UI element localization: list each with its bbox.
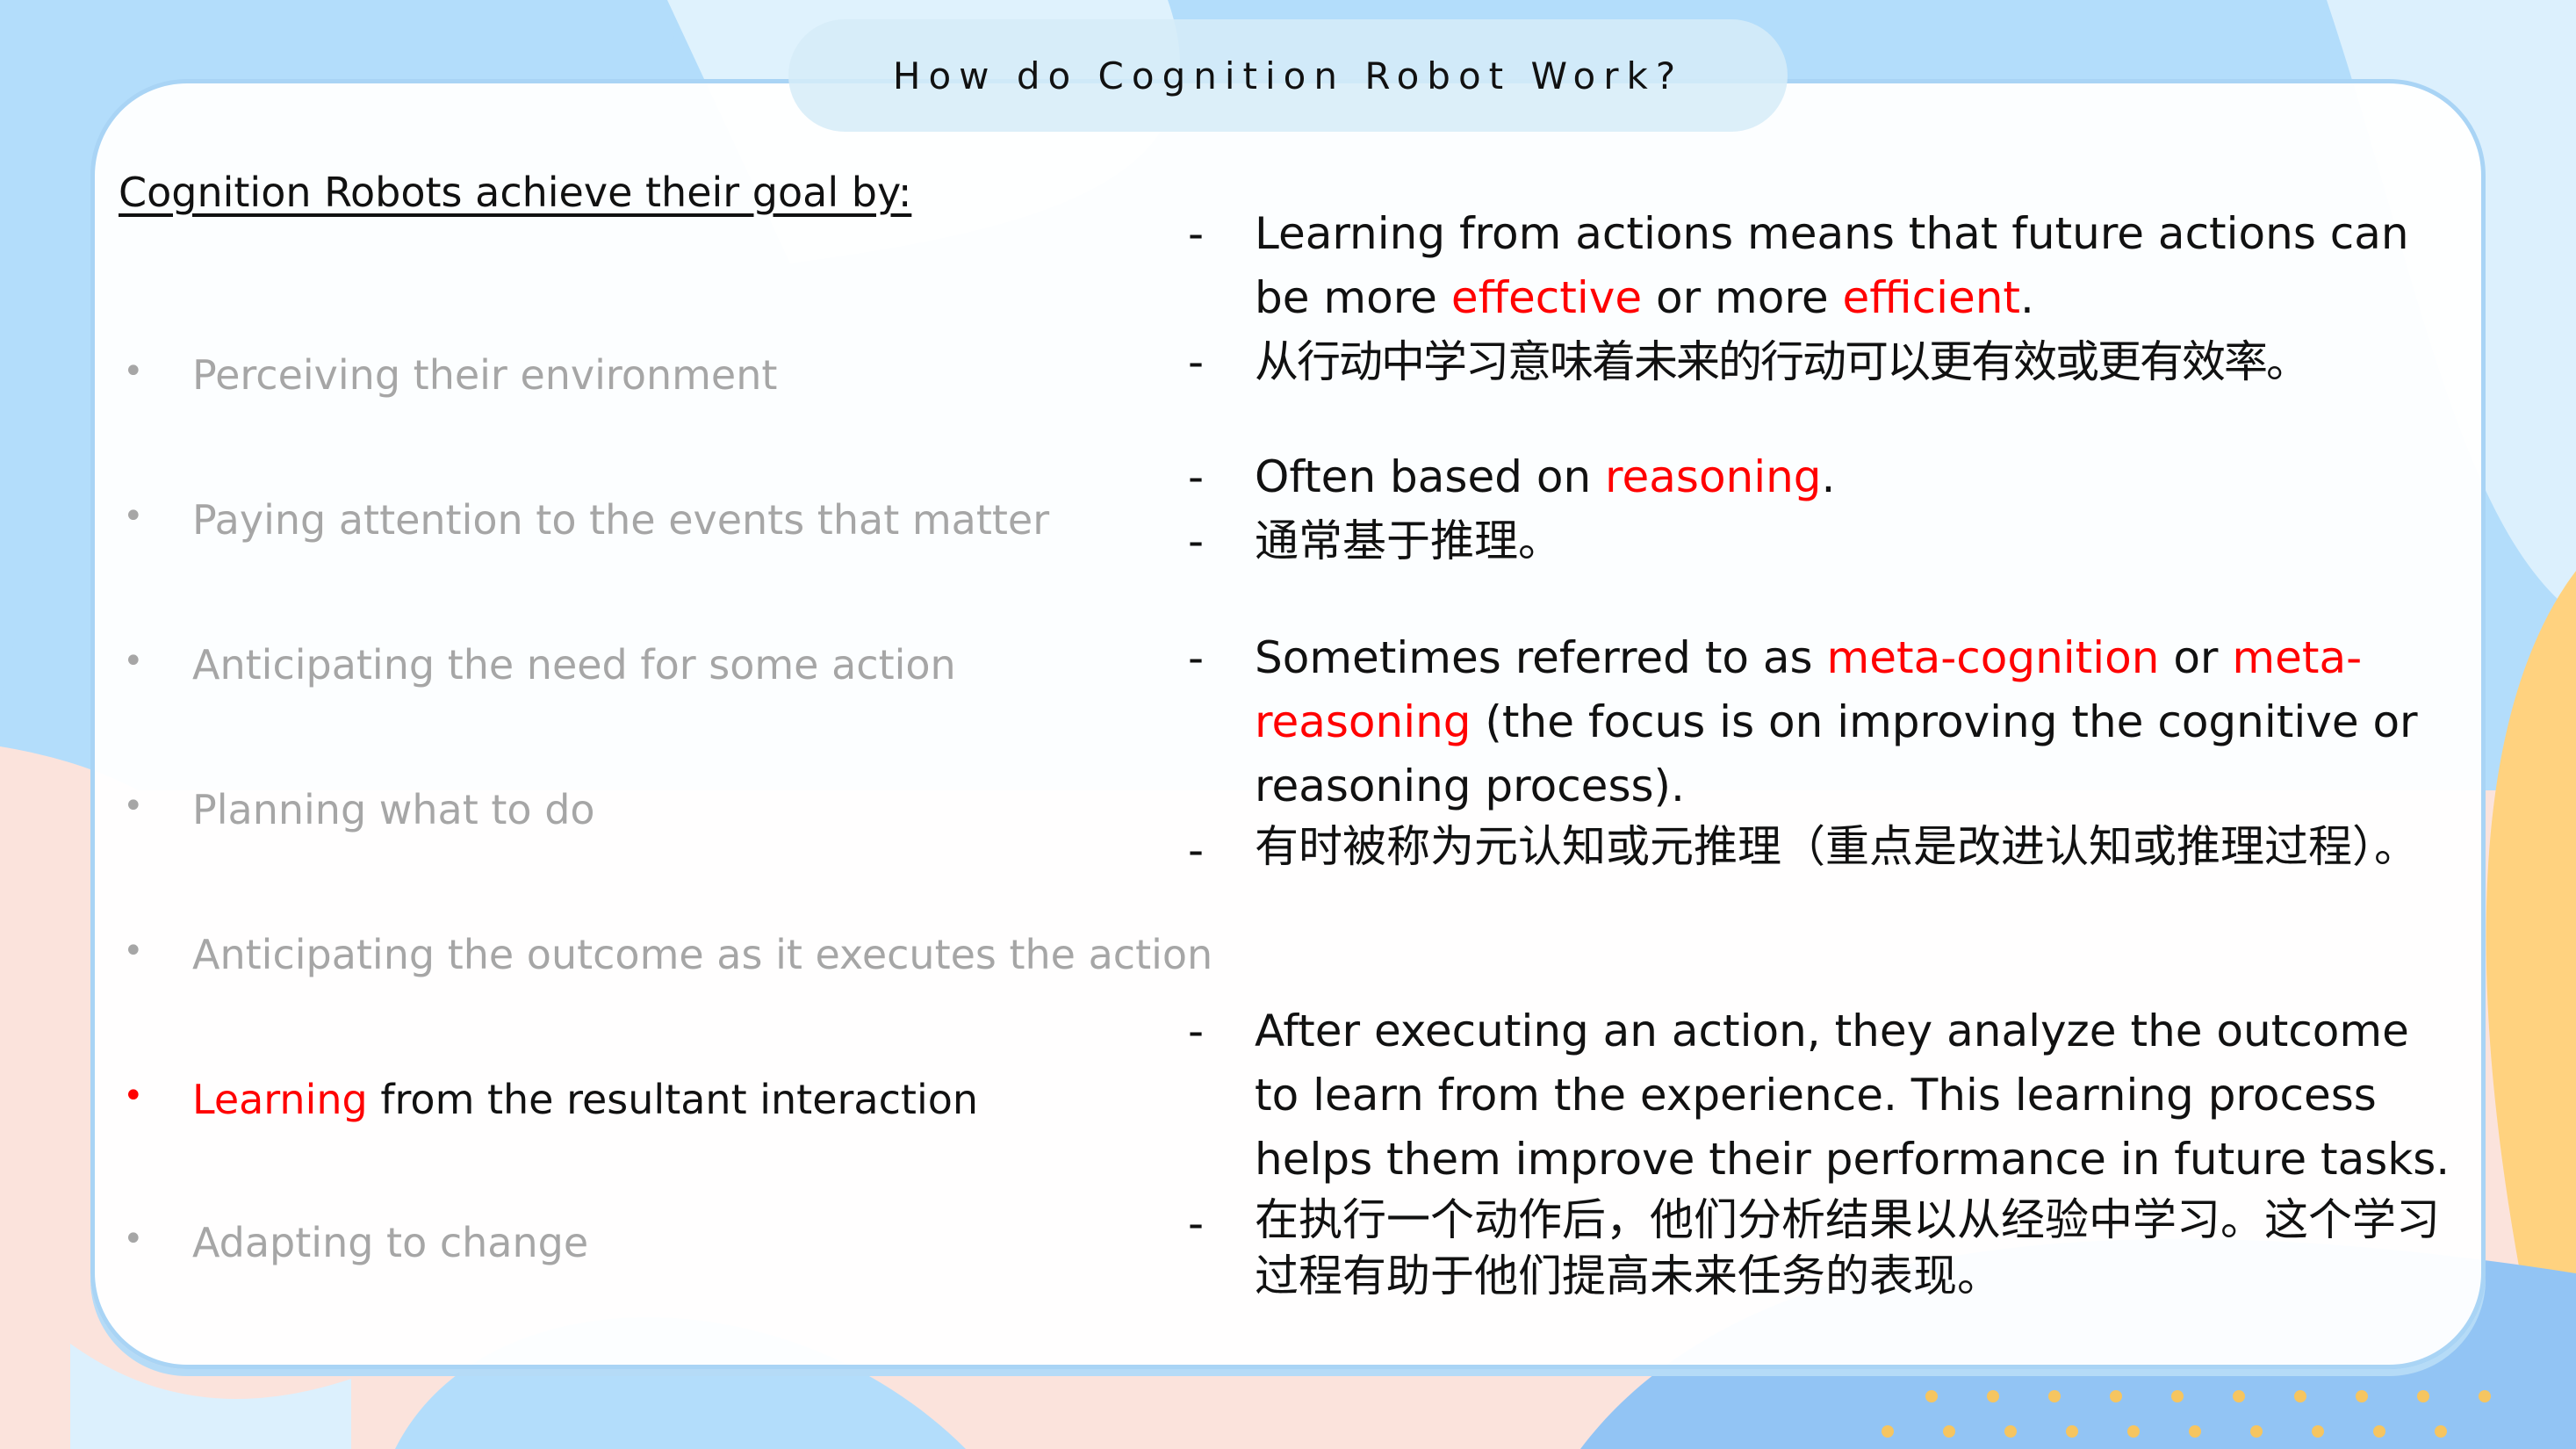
explanation-block-1: - Learning from actions means that futur… — [1188, 208, 2409, 387]
title-banner: How do Cognition Robot Work? — [788, 19, 1788, 132]
slide-title: How do Cognition Robot Work? — [892, 54, 1684, 97]
left-heading: Cognition Robots achieve their goal by: — [119, 169, 912, 216]
explanation-block-4: - After executing an action, they analyz… — [1188, 1006, 2450, 1301]
bullet-icon: • — [123, 1219, 144, 1259]
bullet-icon: • — [123, 931, 144, 971]
bullet-icon: • — [123, 1076, 144, 1116]
bullet-icon: • — [123, 351, 144, 392]
bullet-icon: • — [123, 496, 144, 537]
bullet-icon: • — [123, 786, 144, 826]
explanation-block-2: - Often based on reasoning. - 通常基于推理。 — [1188, 451, 1836, 566]
explanation-block-3: - Sometimes referred to as meta-cognitio… — [1188, 632, 2418, 876]
bullet-icon: • — [123, 641, 144, 681]
